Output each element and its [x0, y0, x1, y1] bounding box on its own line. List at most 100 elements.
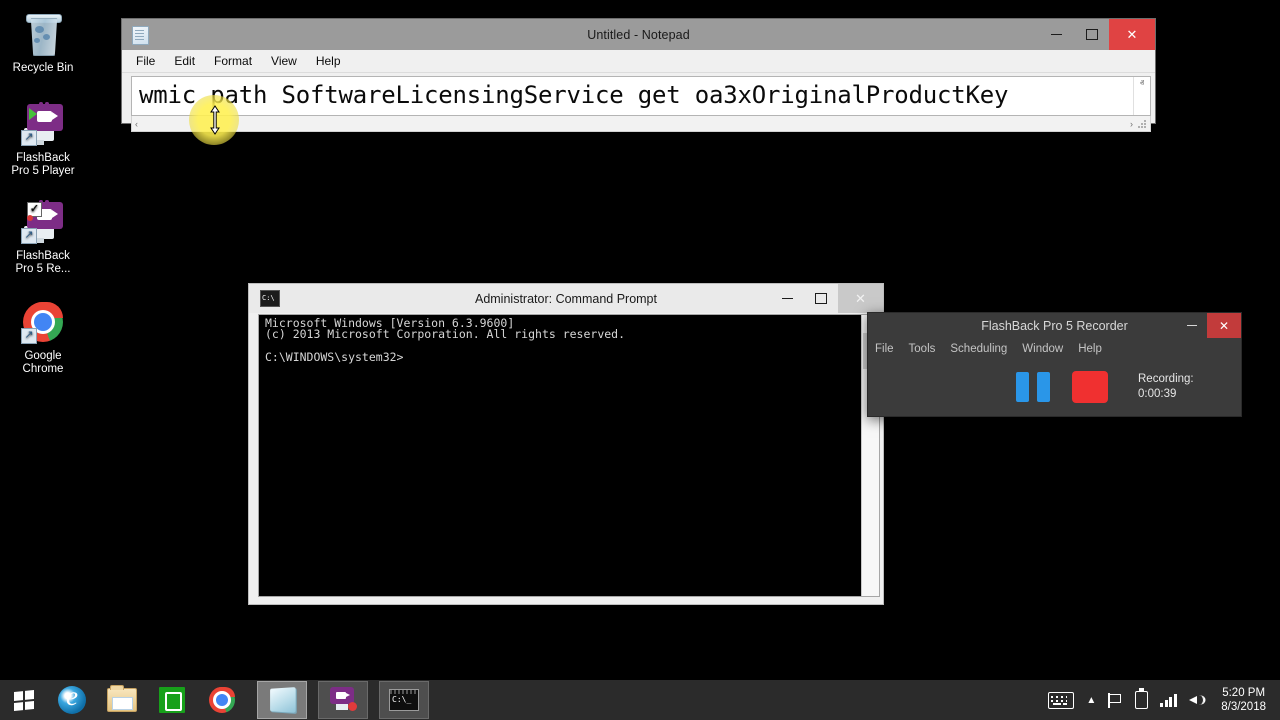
notepad-maximize-button[interactable]	[1074, 19, 1109, 50]
desktop-icon-label-line2: Chrome	[23, 363, 64, 375]
tray-show-hidden-icons-button[interactable]: ▲	[1080, 680, 1102, 720]
flashback-menu-window[interactable]: Window	[1022, 343, 1063, 355]
volume-icon	[1189, 692, 1207, 708]
flashback-menu-file[interactable]: File	[875, 343, 894, 355]
flag-icon	[1108, 693, 1123, 708]
tray-keyboard-button[interactable]	[1042, 680, 1080, 720]
flashback-recorder-icon: ✓ ↗	[19, 198, 67, 246]
taskbar-file-explorer[interactable]	[98, 682, 146, 718]
desktop-icon-label-line2: Pro 5 Player	[11, 165, 74, 177]
notepad-horizontal-scrollbar[interactable]: ‹ ›	[131, 116, 1151, 132]
battery-icon	[1135, 691, 1148, 709]
taskbar-command-prompt[interactable]	[379, 681, 429, 719]
desktop-icon-google-chrome[interactable]: ↗ Google Chrome	[0, 298, 86, 376]
taskbar: ▲ 5:20 PM 8/3/2018	[0, 680, 1280, 720]
desktop-icon-label-line2: Pro 5 Re...	[16, 263, 71, 275]
command-prompt-icon: C:\	[260, 290, 280, 307]
flashback-menu-help[interactable]: Help	[1078, 343, 1102, 355]
notepad-editor[interactable]: wmic path SoftwareLicensingService get o…	[131, 76, 1151, 116]
cmd-window-controls: ✕	[770, 284, 883, 313]
flashback-menubar: File Tools Scheduling Window Help	[868, 338, 1241, 359]
desktop-icon-label: Recycle Bin	[0, 62, 86, 75]
desktop-icon-flashback-player[interactable]: ↗ FlashBack Pro 5 Player	[0, 100, 86, 178]
cmd-console-area[interactable]: Microsoft Windows [Version 6.3.9600] (c)…	[258, 314, 880, 597]
recording-elapsed-time: 0:00:39	[1138, 388, 1176, 400]
notepad-window[interactable]: Untitled - Notepad ✕ File Edit Format Vi…	[121, 18, 1156, 124]
notepad-icon	[270, 687, 296, 713]
notepad-titlebar[interactable]: Untitled - Notepad ✕	[122, 19, 1155, 50]
flashback-player-icon: ↗	[19, 100, 67, 148]
flashback-close-button[interactable]: ✕	[1207, 313, 1241, 338]
store-icon	[159, 687, 185, 713]
start-button[interactable]	[0, 680, 47, 720]
cmd-titlebar[interactable]: C:\ Administrator: Command Prompt ✕	[249, 284, 883, 313]
stop-button[interactable]	[1072, 371, 1108, 403]
notepad-menubar: File Edit Format View Help	[122, 50, 1155, 73]
desktop-icon-label-line1: FlashBack	[16, 250, 70, 262]
notepad-menu-format[interactable]: Format	[214, 54, 252, 68]
notepad-close-button[interactable]: ✕	[1109, 19, 1155, 50]
notepad-window-title: Untitled - Notepad	[122, 28, 1155, 42]
desktop-screen: Recycle Bin ↗ FlashBack Pro 5 Player ✓ ↗…	[0, 0, 1280, 720]
system-tray: ▲ 5:20 PM 8/3/2018	[1042, 680, 1280, 720]
notepad-scroll-up-icon[interactable]: ⱏ	[1140, 78, 1144, 89]
flashback-recorder-icon	[329, 687, 357, 713]
notepad-menu-view[interactable]: View	[271, 54, 297, 68]
taskbar-internet-explorer[interactable]	[48, 682, 96, 718]
windows-logo-icon	[14, 689, 34, 710]
flashback-menu-tools[interactable]: Tools	[909, 343, 936, 355]
shortcut-overlay-icon: ↗	[21, 328, 37, 344]
shortcut-overlay-icon: ↗	[21, 130, 37, 146]
keyboard-icon	[1048, 692, 1074, 709]
notepad-minimize-button[interactable]	[1039, 19, 1074, 50]
clock[interactable]: 5:20 PM 8/3/2018	[1213, 686, 1272, 714]
tray-network-button[interactable]	[1154, 680, 1183, 720]
cmd-scroll-down-icon[interactable]: ⱟ	[862, 584, 879, 594]
taskbar-store[interactable]	[148, 682, 196, 718]
recording-status-label: Recording:	[1138, 373, 1194, 385]
notepad-menu-file[interactable]: File	[136, 54, 155, 68]
taskbar-notepad[interactable]	[257, 681, 307, 719]
taskbar-chrome[interactable]	[198, 682, 246, 718]
tray-action-center-button[interactable]	[1102, 680, 1129, 720]
cmd-close-button[interactable]: ✕	[838, 284, 883, 313]
flashback-recorder-window[interactable]: FlashBack Pro 5 Recorder ✕ File Tools Sc…	[867, 312, 1242, 417]
notepad-text-content[interactable]: wmic path SoftwareLicensingService get o…	[132, 77, 1133, 115]
cmd-maximize-button[interactable]	[804, 284, 838, 313]
clock-time: 5:20 PM	[1222, 687, 1265, 699]
signal-icon	[1160, 693, 1177, 707]
cmd-console-text: Microsoft Windows [Version 6.3.9600] (c)…	[259, 315, 861, 596]
desktop-icon-flashback-recorder[interactable]: ✓ ↗ FlashBack Pro 5 Re...	[0, 198, 86, 276]
notepad-icon	[132, 26, 149, 45]
notepad-vertical-scrollbar[interactable]: ⱏ ⱟ	[1133, 77, 1150, 115]
file-explorer-icon	[107, 688, 137, 712]
chrome-icon	[209, 687, 235, 713]
tray-battery-button[interactable]	[1129, 680, 1154, 720]
notepad-menu-edit[interactable]: Edit	[174, 54, 195, 68]
cmd-minimize-button[interactable]	[770, 284, 804, 313]
chrome-icon: ↗	[19, 298, 67, 346]
desktop-icon-label-line1: FlashBack	[16, 152, 70, 164]
desktop-icon-recycle-bin[interactable]: Recycle Bin	[0, 10, 86, 75]
command-prompt-window[interactable]: C:\ Administrator: Command Prompt ✕ Micr…	[248, 283, 884, 605]
internet-explorer-icon	[58, 686, 86, 714]
recycle-bin-icon	[19, 10, 67, 58]
recording-status: Recording: 0:00:39	[1138, 372, 1194, 402]
flashback-window-controls: ✕	[1177, 313, 1241, 338]
flashback-minimize-button[interactable]	[1177, 313, 1207, 338]
tray-volume-button[interactable]	[1183, 680, 1213, 720]
shortcut-overlay-icon: ↗	[21, 228, 37, 244]
notepad-hscroll-left-icon[interactable]: ‹	[135, 119, 138, 129]
notepad-hscroll-right-icon[interactable]: ›	[1130, 119, 1133, 129]
command-prompt-icon	[389, 689, 419, 711]
flashback-titlebar[interactable]: FlashBack Pro 5 Recorder ✕	[868, 313, 1241, 338]
pause-button[interactable]	[1016, 372, 1050, 402]
flashback-controls: Recording: 0:00:39	[868, 359, 1241, 415]
notepad-menu-help[interactable]: Help	[316, 54, 341, 68]
desktop-icon-label-line1: Google	[24, 350, 61, 362]
clock-date: 8/3/2018	[1221, 701, 1266, 713]
taskbar-flashback-recorder[interactable]	[318, 681, 368, 719]
notepad-resize-grip[interactable]	[1137, 119, 1147, 129]
flashback-menu-scheduling[interactable]: Scheduling	[950, 343, 1007, 355]
notepad-window-controls: ✕	[1039, 19, 1155, 50]
